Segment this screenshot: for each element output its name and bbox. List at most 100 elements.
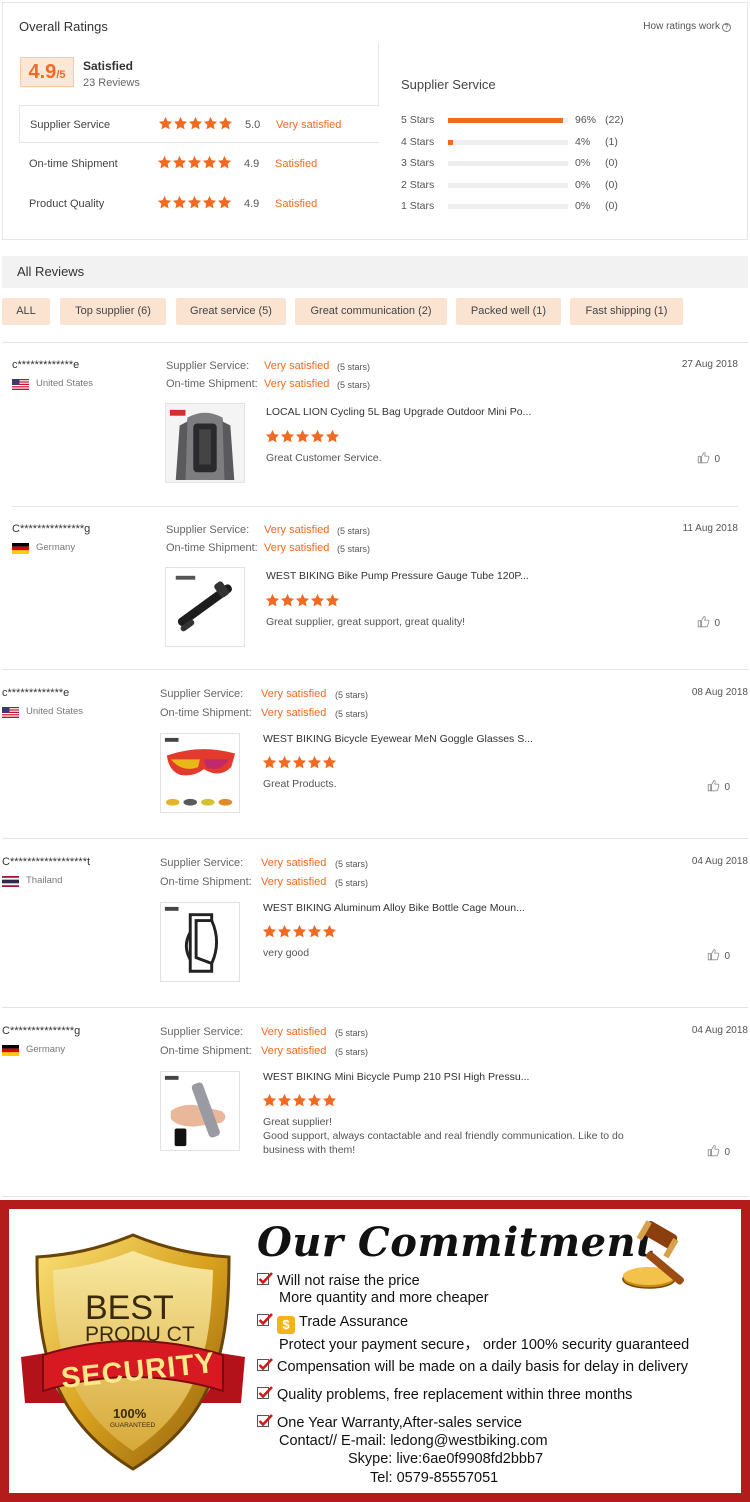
like-count: 0 <box>724 951 730 962</box>
review-date: 27 Aug 2018 <box>681 359 738 370</box>
reviewer-country: United States <box>26 706 84 717</box>
dist-pct: 0% <box>575 200 591 212</box>
thumbs-up-icon <box>697 616 714 629</box>
overall-score-badge: 4.9/5 <box>20 57 74 87</box>
star-icon <box>322 924 337 939</box>
star-icon <box>262 924 277 939</box>
star-icon <box>187 155 202 170</box>
star-icon <box>322 755 337 770</box>
filter-packed-well[interactable]: Packed well (1) <box>456 298 561 325</box>
product-thumbnail[interactable] <box>165 403 245 483</box>
product-thumbnail[interactable] <box>160 902 240 982</box>
like-button[interactable]: 0 <box>707 948 730 962</box>
product-thumbnail[interactable] <box>160 1071 240 1151</box>
review-date: 08 Aug 2018 <box>691 687 748 698</box>
overall-ratings-panel: Overall Ratings How ratings work? 4.9/5 … <box>2 2 748 240</box>
star-icon <box>262 1093 277 1108</box>
star-icon <box>202 155 217 170</box>
overall-reviews-count: 23 Reviews <box>83 77 140 89</box>
commitment-subtext: More quantity and more cheaper <box>279 1290 489 1306</box>
checkmark-icon <box>257 1313 273 1327</box>
shipment-stars: (5 stars) <box>337 544 371 554</box>
star-icon <box>307 924 322 939</box>
product-title-link[interactable]: WEST BIKING Bicycle Eyewear MeN Goggle G… <box>263 733 533 745</box>
star-icon <box>265 429 280 444</box>
review-comment-line: Good support, always contactable and rea… <box>263 1130 624 1142</box>
like-button[interactable]: 0 <box>707 779 730 793</box>
like-button[interactable]: 0 <box>697 451 720 465</box>
commitment-item-2: $ Trade Assurance <box>257 1313 408 1334</box>
commitment-item-5: One Year Warranty,After-sales service <box>257 1414 522 1431</box>
thumbs-up-icon <box>707 1145 724 1158</box>
product-title-link[interactable]: LOCAL LION Cycling 5L Bag Upgrade Outdoo… <box>266 406 531 418</box>
supplier-service-stars: (5 stars) <box>337 362 371 372</box>
dist-pct: 0% <box>575 179 591 191</box>
filter-all[interactable]: ALL <box>2 298 50 325</box>
divider <box>2 1007 748 1008</box>
star-icon <box>172 195 187 210</box>
badge-product: PRODU CT <box>85 1323 195 1346</box>
product-title-link[interactable]: WEST BIKING Aluminum Alloy Bike Bottle C… <box>263 902 525 914</box>
like-button[interactable]: 0 <box>707 1144 730 1158</box>
product-thumbnail[interactable] <box>165 567 245 647</box>
distribution-row-1: 1 Stars 0% (0) <box>401 200 741 214</box>
filter-great-service[interactable]: Great service (5) <box>176 298 286 325</box>
commitment-title: Our Commitment <box>257 1219 656 1266</box>
star-icon <box>217 195 232 210</box>
distribution-row-5: 5 Stars 96% (22) <box>401 114 741 128</box>
reviewer-country: Germany <box>36 542 76 553</box>
filter-top-supplier[interactable]: Top supplier (6) <box>60 298 166 325</box>
review-item: C******************t Thailand Supplier S… <box>0 856 750 986</box>
reviewer-name: c*************e <box>12 359 80 371</box>
like-count: 0 <box>724 782 730 793</box>
rating-category-product-quality[interactable]: Product Quality 4.9 Satisfied <box>19 185 379 223</box>
supplier-service-value: Very satisfied <box>264 360 330 372</box>
contact-skype: Skype: live:6ae0f9908fd2bbb7 <box>348 1451 544 1467</box>
dist-bar <box>448 161 568 166</box>
category-stars <box>157 155 232 173</box>
all-reviews-title: All Reviews <box>17 264 85 279</box>
filter-great-communication[interactable]: Great communication (2) <box>295 298 447 325</box>
divider <box>2 1196 748 1197</box>
divider <box>2 669 748 670</box>
shipment-value: Very satisfied <box>264 378 330 390</box>
product-title-link[interactable]: WEST BIKING Mini Bicycle Pump 210 PSI Hi… <box>263 1071 529 1083</box>
badge-percent: 100% <box>113 1406 147 1421</box>
category-value: 5.0 <box>245 119 261 131</box>
dist-bar <box>448 140 568 145</box>
category-label: Satisfied <box>275 198 318 210</box>
review-comment-line: Great supplier! <box>263 1116 332 1128</box>
category-name: Supplier Service <box>30 119 111 131</box>
checkmark-icon <box>257 1272 273 1286</box>
star-icon <box>203 116 218 131</box>
reviewer-name: c*************e <box>2 687 70 699</box>
help-icon: ? <box>722 23 731 32</box>
dist-pct: 96% <box>575 114 597 126</box>
divider <box>12 506 738 507</box>
category-name: Product Quality <box>29 198 105 210</box>
dist-count: (22) <box>605 114 624 126</box>
product-title-link[interactable]: WEST BIKING Bike Pump Pressure Gauge Tub… <box>266 570 529 582</box>
supplier-service-value: Very satisfied <box>261 688 327 700</box>
rating-category-supplier-service[interactable]: Supplier Service 5.0 Very satisfied <box>19 105 379 143</box>
how-ratings-label: How ratings work <box>643 21 720 32</box>
checkmark-icon <box>257 1386 273 1400</box>
star-icon <box>187 195 202 210</box>
shipment-label: On-time Shipment: <box>160 876 252 888</box>
shipment-label: On-time Shipment: <box>160 1045 252 1057</box>
reviewer-country: United States <box>36 378 94 389</box>
star-icon <box>295 429 310 444</box>
product-thumbnail[interactable] <box>160 733 240 813</box>
review-comment: Great Customer Service. <box>266 452 382 464</box>
rating-category-ontime-shipment[interactable]: On-time Shipment 4.9 Satisfied <box>19 145 379 183</box>
how-ratings-work-link[interactable]: How ratings work? <box>643 21 731 32</box>
like-button[interactable]: 0 <box>697 615 720 629</box>
filter-fast-shipping[interactable]: Fast shipping (1) <box>570 298 683 325</box>
supplier-service-label: Supplier Service: <box>160 688 244 700</box>
shipment-value: Very satisfied <box>261 1045 327 1057</box>
review-comment: Great supplier, great support, great qua… <box>266 616 466 628</box>
flag-th-icon <box>2 876 19 887</box>
checkmark-icon <box>257 1358 273 1372</box>
supplier-service-value: Very satisfied <box>264 524 330 536</box>
category-stars <box>157 195 232 213</box>
